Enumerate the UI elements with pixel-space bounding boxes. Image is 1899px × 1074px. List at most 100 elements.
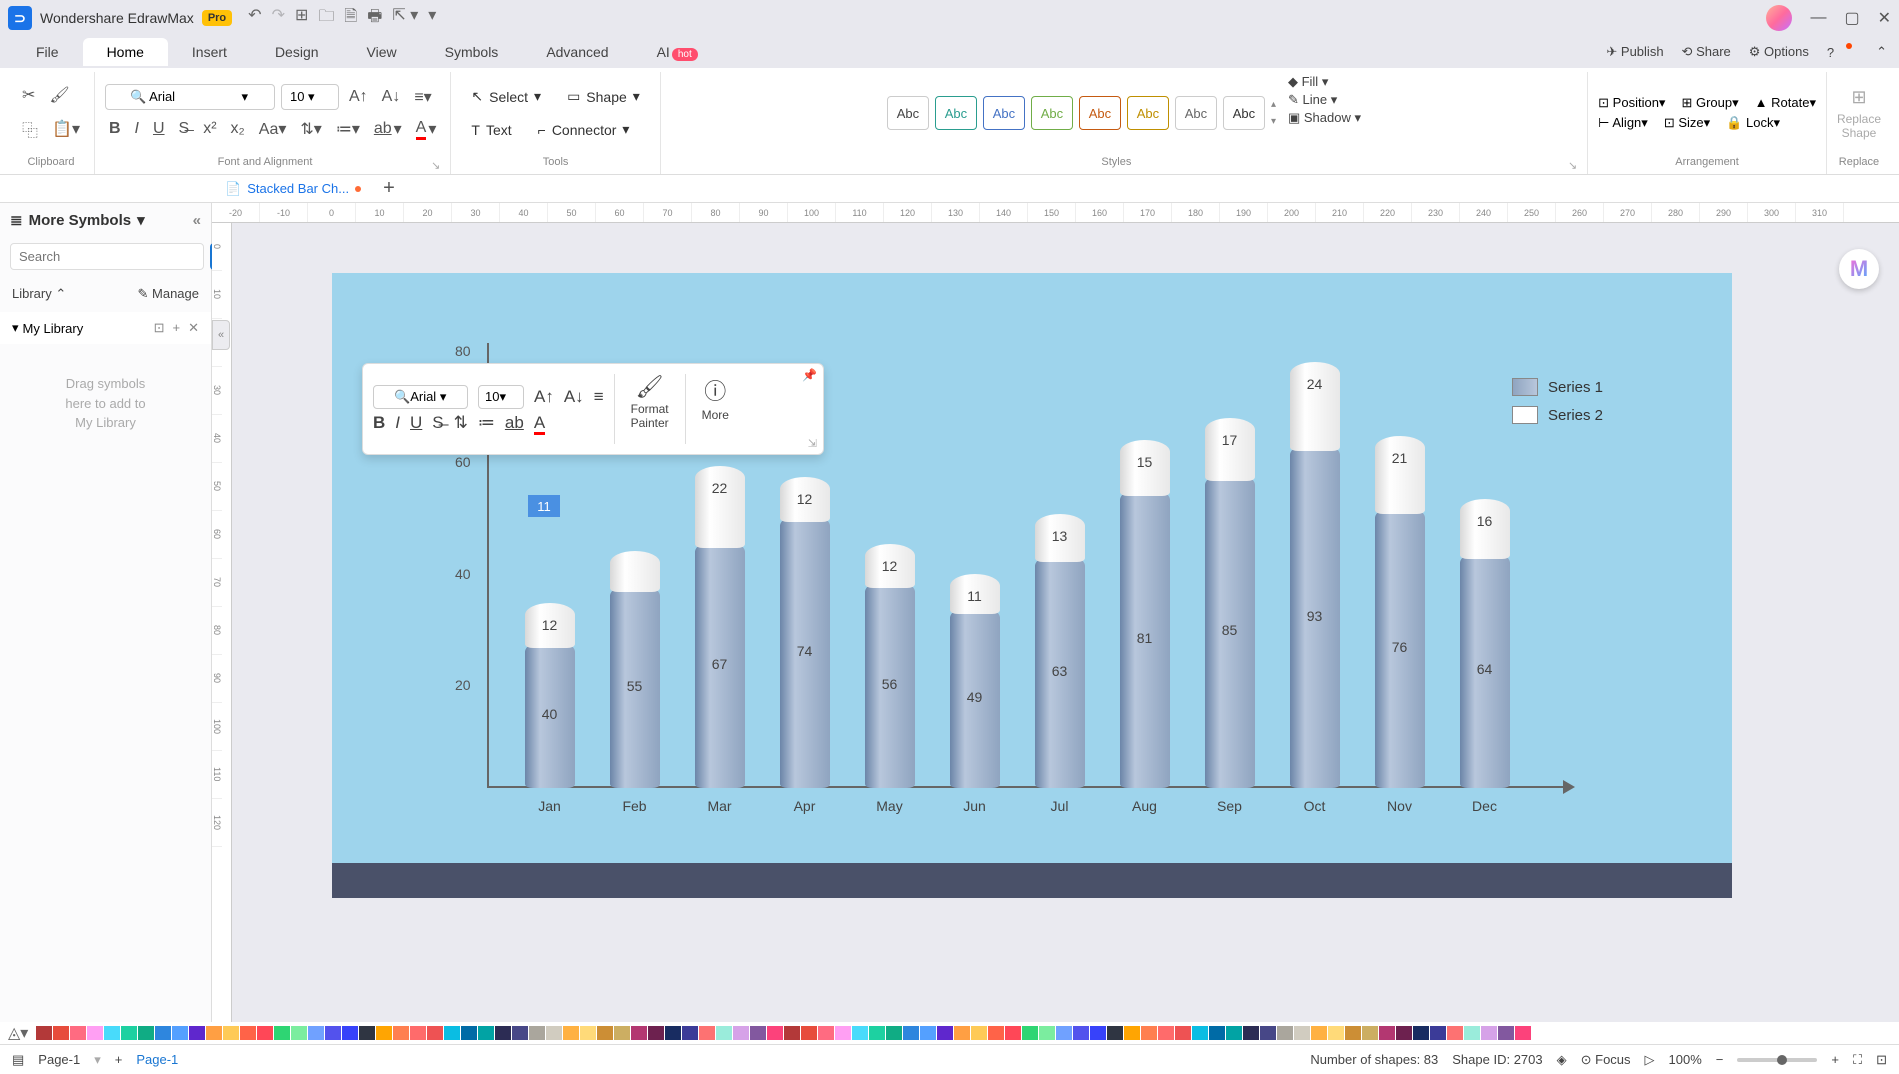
float-grow-font[interactable]: A↑	[534, 387, 554, 407]
symbol-drop-zone[interactable]: Drag symbols here to add to My Library	[0, 344, 211, 1022]
position-button[interactable]: ⊡ Position▾	[1598, 95, 1665, 111]
color-swatch[interactable]	[308, 1026, 324, 1040]
shadow-button[interactable]: ▣ Shadow ▾	[1288, 110, 1361, 126]
open-icon[interactable]: 🗀	[318, 5, 334, 32]
color-swatch[interactable]	[325, 1026, 341, 1040]
zoom-slider[interactable]	[1737, 1058, 1817, 1062]
line-spacing-icon[interactable]: ⇅▾	[296, 115, 325, 143]
color-swatch[interactable]	[835, 1026, 851, 1040]
floating-text-toolbar[interactable]: 📌 ⇲ 🔍Arial ▾ 10▾ A↑ A↓ ≡ B I U S̶	[362, 363, 824, 455]
paste-icon[interactable]: 📋▾	[48, 115, 84, 143]
shape-tool[interactable]: ▭ Shape ▾	[557, 82, 650, 111]
minimize-icon[interactable]: —	[1810, 9, 1826, 27]
highlight-icon[interactable]: ab▾	[370, 115, 406, 143]
color-swatch[interactable]	[1005, 1026, 1021, 1040]
color-swatch[interactable]	[1243, 1026, 1259, 1040]
color-swatch[interactable]	[631, 1026, 647, 1040]
bar-series1-value[interactable]: 64	[1460, 551, 1510, 788]
color-swatch[interactable]	[699, 1026, 715, 1040]
grow-font-icon[interactable]: A↑	[345, 84, 372, 110]
bar-series1-value[interactable]: 74	[780, 514, 830, 788]
bar-series2-value[interactable]: 13	[1035, 514, 1085, 562]
bar-series2-value[interactable]: 16	[1460, 499, 1510, 558]
color-swatch[interactable]	[1192, 1026, 1208, 1040]
color-swatch[interactable]	[1039, 1026, 1055, 1040]
lock-button[interactable]: 🔒 Lock▾	[1726, 115, 1780, 131]
style-preset-7[interactable]: Abc	[1175, 96, 1217, 130]
color-swatch[interactable]	[1022, 1026, 1038, 1040]
color-swatch[interactable]	[87, 1026, 103, 1040]
share-button[interactable]: ⟲ Share	[1682, 44, 1731, 60]
add-page-icon[interactable]: +	[115, 1052, 123, 1067]
bar-feb[interactable]: 55Feb	[610, 551, 660, 788]
tab-file[interactable]: File	[12, 38, 83, 66]
float-highlight[interactable]: ab	[505, 413, 524, 433]
color-swatch[interactable]	[274, 1026, 290, 1040]
strike-icon[interactable]: S̶	[175, 116, 194, 142]
bar-series1-value[interactable]: 49	[950, 606, 1000, 788]
format-brush-icon[interactable]: 🖌	[45, 81, 73, 109]
print-icon[interactable]: 🖶	[367, 5, 382, 32]
color-swatch[interactable]	[1345, 1026, 1361, 1040]
outline-icon[interactable]: ▤	[12, 1052, 24, 1068]
color-swatch[interactable]	[1158, 1026, 1174, 1040]
color-swatch[interactable]	[716, 1026, 732, 1040]
style-scroll-up[interactable]: ▴	[1271, 99, 1276, 110]
color-swatch[interactable]	[784, 1026, 800, 1040]
color-swatch[interactable]	[223, 1026, 239, 1040]
bar-series2-value[interactable]: 12	[865, 544, 915, 589]
color-swatch[interactable]	[206, 1026, 222, 1040]
style-preset-8[interactable]: Abc	[1223, 96, 1265, 130]
bar-series2-value[interactable]	[610, 551, 660, 592]
float-size-select[interactable]: 10▾	[478, 385, 524, 409]
color-swatch[interactable]	[291, 1026, 307, 1040]
float-underline[interactable]: U	[410, 413, 422, 433]
color-swatch[interactable]	[444, 1026, 460, 1040]
color-swatch[interactable]	[104, 1026, 120, 1040]
color-swatch[interactable]	[767, 1026, 783, 1040]
case-icon[interactable]: Aa▾	[255, 115, 291, 143]
color-swatch[interactable]	[869, 1026, 885, 1040]
color-swatch[interactable]	[988, 1026, 1004, 1040]
color-swatch[interactable]	[121, 1026, 137, 1040]
float-color[interactable]: A	[534, 413, 545, 433]
current-page[interactable]: Page-1	[136, 1052, 178, 1067]
color-swatch[interactable]	[1277, 1026, 1293, 1040]
bar-aug[interactable]: 1581Aug	[1120, 440, 1170, 788]
lib-import-icon[interactable]: ⊡	[154, 320, 165, 336]
tab-design[interactable]: Design	[251, 38, 343, 66]
zoom-in-icon[interactable]: +	[1831, 1052, 1839, 1067]
color-swatch[interactable]	[410, 1026, 426, 1040]
page-select[interactable]: Page-1	[38, 1052, 80, 1067]
layers-icon[interactable]: ◈	[1557, 1052, 1567, 1068]
ai-assistant-icon[interactable]: M	[1839, 249, 1879, 289]
bar-jan[interactable]: 1240Jan	[525, 603, 575, 788]
tab-insert[interactable]: Insert	[168, 38, 251, 66]
lib-add-icon[interactable]: +	[173, 320, 181, 336]
tab-symbols[interactable]: Symbols	[421, 38, 523, 66]
fullscreen-icon[interactable]: ⊡	[1876, 1052, 1887, 1068]
subscript-icon[interactable]: x₂	[227, 116, 249, 142]
bar-series2-value[interactable]: 12	[525, 603, 575, 648]
float-spacing[interactable]: ⇅	[454, 413, 468, 433]
fill-button[interactable]: ◆ Fill ▾	[1288, 74, 1361, 90]
color-swatch[interactable]	[920, 1026, 936, 1040]
float-strike[interactable]: S̶	[432, 413, 443, 433]
color-swatch[interactable]	[1209, 1026, 1225, 1040]
bar-series1-value[interactable]: 55	[610, 584, 660, 788]
bar-mar[interactable]: 2267Mar	[695, 466, 745, 788]
export-icon[interactable]: ⇱ ▾	[392, 5, 418, 32]
italic-icon[interactable]: I	[131, 116, 143, 142]
zoom-level[interactable]: 100%	[1669, 1052, 1702, 1067]
underline-icon[interactable]: U	[149, 116, 169, 142]
bar-series2-value[interactable]: 22	[695, 466, 745, 548]
new-icon[interactable]: ⊞	[295, 5, 308, 32]
color-swatch[interactable]	[1311, 1026, 1327, 1040]
bar-series1-value[interactable]: 67	[695, 540, 745, 788]
color-swatch[interactable]	[70, 1026, 86, 1040]
collapse-sidebar-icon[interactable]: «	[212, 320, 230, 350]
bar-series2-value[interactable]: 24	[1290, 362, 1340, 451]
color-swatch[interactable]	[903, 1026, 919, 1040]
color-swatch[interactable]	[1413, 1026, 1429, 1040]
play-icon[interactable]: ▷	[1645, 1052, 1655, 1068]
